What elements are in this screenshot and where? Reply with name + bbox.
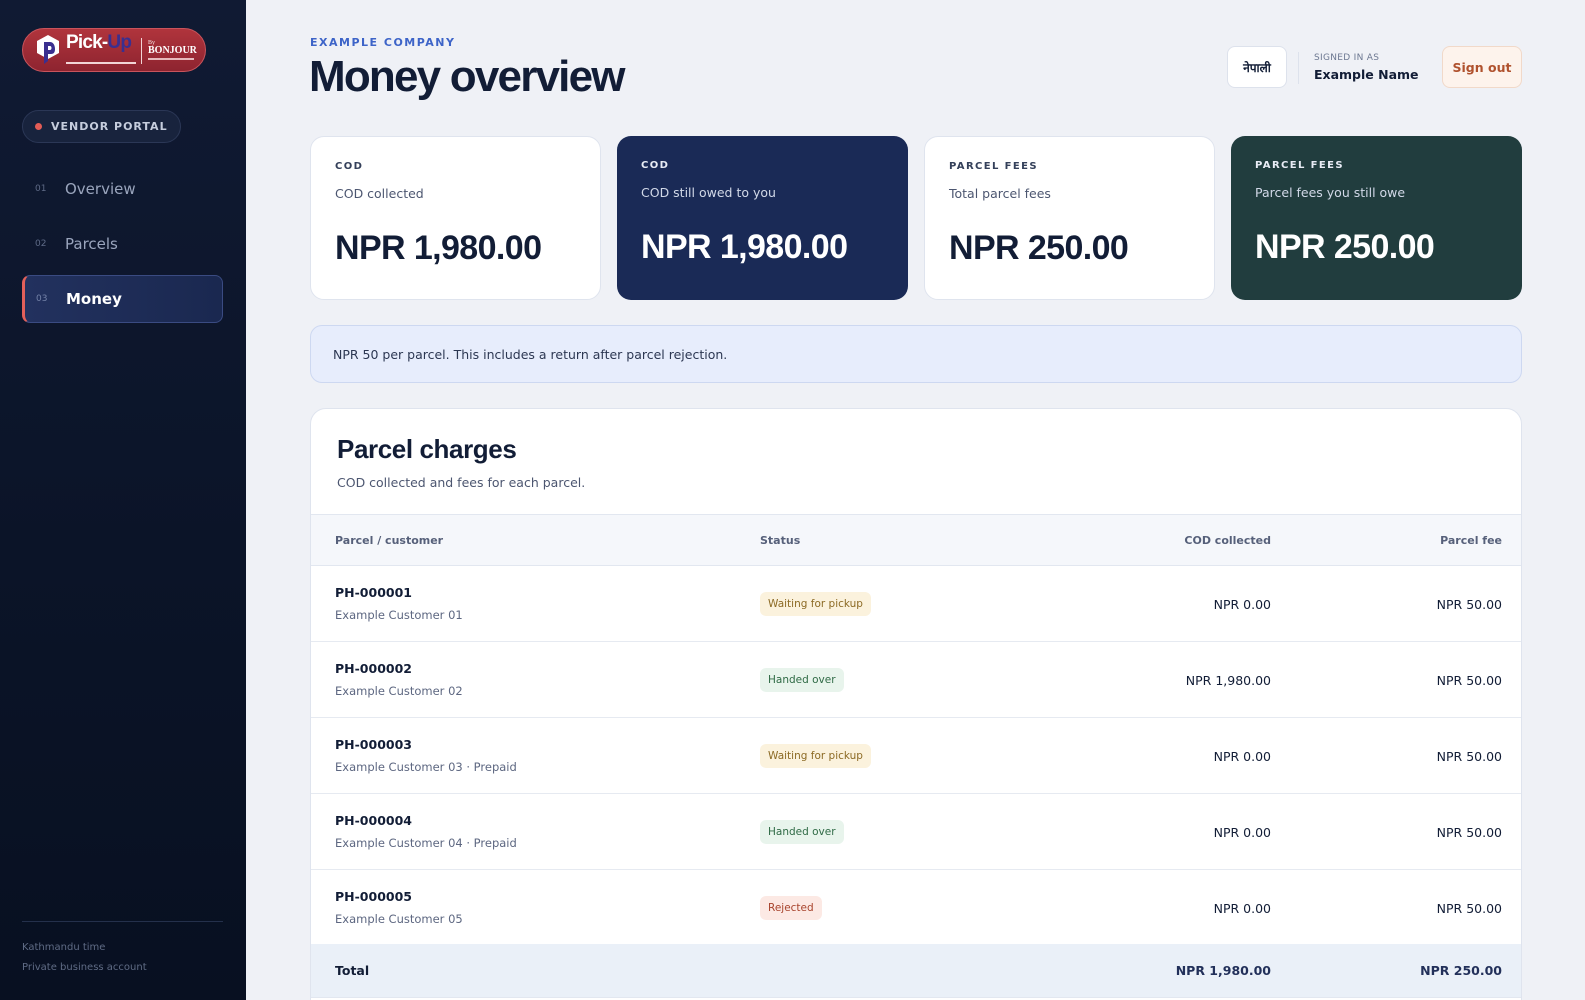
column-header-fee: Parcel fee [1440, 534, 1502, 547]
fee-amount: NPR 50.00 [1436, 597, 1502, 612]
fee-amount: NPR 50.00 [1436, 901, 1502, 916]
status-badge: Waiting for pickup [760, 744, 871, 768]
nav-label: Parcels [65, 235, 118, 253]
nav-label: Money [66, 290, 122, 308]
sidebar: Pick-Up By BONJOUR VENDOR PORTAL 01 Over… [0, 0, 246, 1000]
column-header-cod: COD collected [1184, 534, 1271, 547]
cod-amount: NPR 0.00 [1213, 901, 1271, 916]
card-kicker: COD [641, 160, 670, 171]
brand-partner: BONJOUR [148, 45, 197, 56]
customer-name: Example Customer 05 [335, 912, 463, 926]
sign-out-button[interactable]: Sign out [1442, 46, 1522, 88]
vendor-portal-label: VENDOR PORTAL [51, 120, 168, 133]
card-value: NPR 250.00 [949, 229, 1129, 267]
card-cod-owed: COD COD still owed to you NPR 1,980.00 [617, 136, 908, 300]
fee-amount: NPR 50.00 [1436, 673, 1502, 688]
cod-amount: NPR 1,980.00 [1185, 673, 1271, 688]
parcel-id: PH-000001 [335, 585, 412, 600]
header-divider [1298, 52, 1299, 84]
vendor-portal-badge: VENDOR PORTAL [22, 110, 181, 143]
signed-in-caption: SIGNED IN AS [1314, 53, 1380, 63]
language-toggle-button[interactable]: नेपाली [1227, 46, 1287, 88]
card-fees-owed: PARCEL FEES Parcel fees you still owe NP… [1231, 136, 1522, 300]
card-value: NPR 250.00 [1255, 228, 1435, 266]
account-type-note: Private business account [22, 962, 147, 973]
card-kicker: PARCEL FEES [949, 161, 1038, 172]
table-header: Parcel / customer Status COD collected P… [311, 514, 1521, 566]
pickup-logo-icon [37, 35, 59, 64]
summary-cards: COD COD collected NPR 1,980.00 COD COD s… [310, 136, 1522, 300]
nav-label: Overview [65, 180, 136, 198]
cod-amount: NPR 0.00 [1213, 749, 1271, 764]
card-value: NPR 1,980.00 [335, 229, 542, 267]
total-label: Total [335, 963, 370, 978]
card-label: COD still owed to you [641, 185, 776, 200]
table-total-row: Total NPR 1,980.00 NPR 250.00 [311, 944, 1521, 998]
status-badge: Handed over [760, 668, 844, 692]
status-badge: Handed over [760, 820, 844, 844]
brand-underline [66, 62, 136, 64]
card-cod-collected: COD COD collected NPR 1,980.00 [310, 136, 601, 300]
parcel-id: PH-000004 [335, 813, 412, 828]
nav-number: 03 [36, 294, 48, 304]
brand-logo[interactable]: Pick-Up By BONJOUR [22, 28, 206, 72]
card-value: NPR 1,980.00 [641, 228, 848, 266]
column-header-parcel: Parcel / customer [335, 534, 444, 547]
nav-number: 01 [35, 184, 47, 194]
card-label: COD collected [335, 186, 424, 201]
cod-amount: NPR 0.00 [1213, 825, 1271, 840]
customer-name: Example Customer 04 · Prepaid [335, 836, 517, 850]
card-label: Parcel fees you still owe [1255, 185, 1406, 200]
parcel-id: PH-000002 [335, 661, 412, 676]
page-title: Money overview [309, 52, 626, 101]
customer-name: Example Customer 02 [335, 684, 463, 698]
panel-subtitle: COD collected and fees for each parcel. [337, 475, 586, 490]
customer-name: Example Customer 03 · Prepaid [335, 760, 517, 774]
column-header-status: Status [760, 534, 801, 547]
sidebar-item-overview[interactable]: 01 Overview [22, 165, 223, 213]
fee-info-note: NPR 50 per parcel. This includes a retur… [310, 325, 1522, 383]
card-kicker: COD [335, 161, 364, 172]
card-label: Total parcel fees [949, 186, 1051, 201]
table-row[interactable]: PH-000001 Example Customer 01 Waiting fo… [311, 566, 1521, 642]
brand-wordmark: Pick-Up [66, 32, 132, 53]
brand-partner-underline [148, 58, 194, 60]
brand-divider [141, 38, 142, 64]
table-row[interactable]: PH-000005 Example Customer 05 Rejected N… [311, 870, 1521, 946]
status-dot-icon [35, 123, 42, 130]
sidebar-footer: Kathmandu time Private business account [22, 921, 223, 982]
cod-amount: NPR 0.00 [1213, 597, 1271, 612]
customer-name: Example Customer 01 [335, 608, 463, 622]
status-badge: Waiting for pickup [760, 592, 871, 616]
fee-amount: NPR 50.00 [1436, 825, 1502, 840]
table-row[interactable]: PH-000003 Example Customer 03 · Prepaid … [311, 718, 1521, 794]
status-badge: Rejected [760, 896, 822, 920]
nav-number: 02 [35, 239, 47, 249]
table-row[interactable]: PH-000002 Example Customer 02 Handed ove… [311, 642, 1521, 718]
timezone-note: Kathmandu time [22, 942, 106, 953]
total-cod: NPR 1,980.00 [1175, 963, 1271, 978]
panel-title: Parcel charges [337, 434, 517, 464]
sidebar-item-parcels[interactable]: 02 Parcels [22, 220, 223, 268]
parcel-id: PH-000003 [335, 737, 412, 752]
card-total-fees: PARCEL FEES Total parcel fees NPR 250.00 [924, 136, 1215, 300]
card-kicker: PARCEL FEES [1255, 160, 1344, 171]
sidebar-nav: 01 Overview 02 Parcels 03 Money [22, 165, 223, 330]
parcel-id: PH-000005 [335, 889, 412, 904]
parcel-charges-panel: Parcel charges COD collected and fees fo… [310, 408, 1522, 1000]
total-fee: NPR 250.00 [1420, 963, 1502, 978]
signed-in-user: Example Name [1314, 67, 1419, 82]
table-row[interactable]: PH-000004 Example Customer 04 · Prepaid … [311, 794, 1521, 870]
company-name: EXAMPLE COMPANY [310, 36, 456, 49]
fee-amount: NPR 50.00 [1436, 749, 1502, 764]
sidebar-item-money[interactable]: 03 Money [22, 275, 223, 323]
